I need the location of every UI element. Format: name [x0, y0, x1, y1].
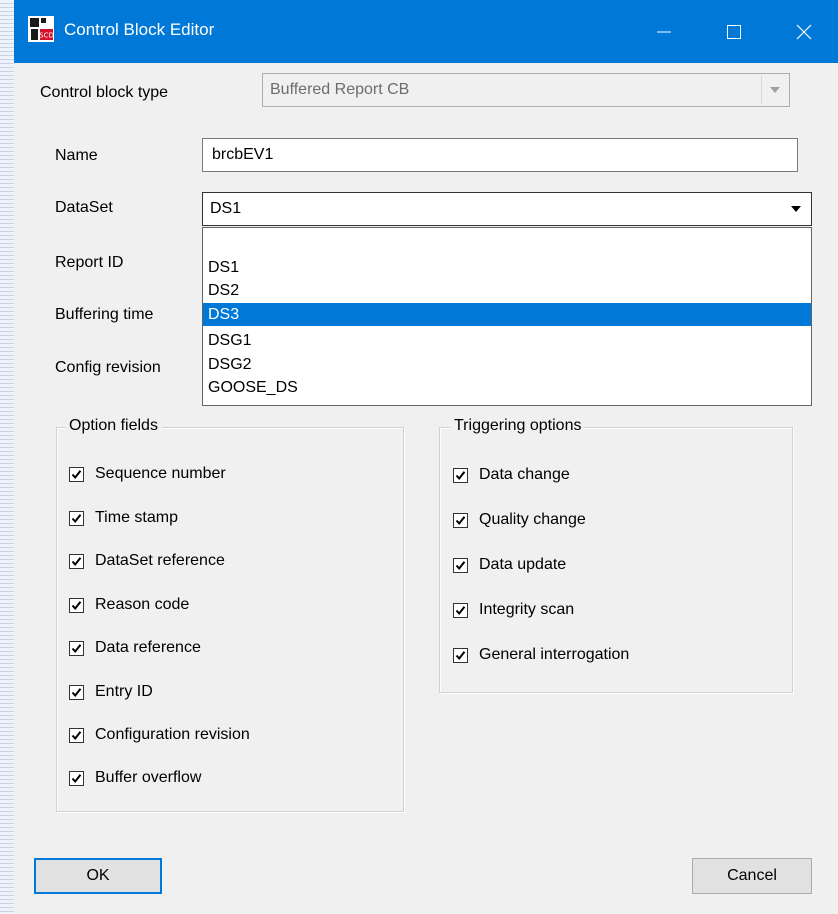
- name-input[interactable]: brcbEV1: [202, 138, 798, 172]
- checkbox-label: Configuration revision: [95, 726, 250, 743]
- checkbox-box: [69, 554, 84, 569]
- background-window-edge: [0, 0, 15, 914]
- dataset-option[interactable]: DS1: [203, 256, 811, 279]
- checkmark-icon: [71, 601, 82, 611]
- checkbox-label: Quality change: [479, 511, 586, 528]
- checkbox-label: DataSet reference: [95, 552, 225, 569]
- scd-app-icon: SCD: [28, 16, 54, 42]
- triggering-options-group: Triggering options Data change Quality c…: [439, 417, 793, 693]
- dataset-select[interactable]: DS1: [202, 192, 812, 226]
- checkbox-box: [69, 467, 84, 482]
- control-block-type-value: Buffered Report CB: [270, 81, 410, 98]
- checkbox-box: [69, 641, 84, 656]
- checkbox-box: [453, 603, 468, 618]
- checkbox-label: Buffer overflow: [95, 769, 202, 786]
- checkmark-icon: [455, 606, 466, 616]
- checkbox-label: Data change: [479, 466, 570, 483]
- checkbox-label: Integrity scan: [479, 601, 575, 618]
- checkbox-label: Time stamp: [95, 509, 178, 526]
- close-icon: [796, 24, 812, 40]
- report-id-label: Report ID: [55, 254, 124, 271]
- dataset-option[interactable]: GOOSE_DS: [203, 376, 811, 399]
- checkmark-icon: [71, 470, 82, 480]
- checkmark-icon: [455, 516, 466, 526]
- maximize-icon: [727, 25, 741, 39]
- control-block-editor-dialog: SCD Control Block Editor Control block t…: [14, 0, 838, 914]
- dataset-option[interactable]: DS2: [203, 279, 811, 302]
- checkmark-icon: [71, 514, 82, 524]
- svg-text:SCD: SCD: [39, 32, 54, 40]
- dataset-option[interactable]: DSG2: [203, 353, 811, 376]
- checkbox-box: [69, 728, 84, 743]
- control-block-type-dropdown-arrow: [761, 76, 787, 104]
- option-fields-title: Option fields: [65, 417, 162, 435]
- dataset-option-highlighted[interactable]: DS3: [203, 303, 811, 326]
- name-input-value: brcbEV1: [212, 146, 274, 163]
- checkbox-box: [69, 685, 84, 700]
- buffering-time-label: Buffering time: [55, 306, 154, 323]
- dataset-dropdown-list: DS1 DS2 DS3 DSG1 DSG2 GOOSE_DS: [202, 227, 812, 406]
- dataset-option[interactable]: DSG1: [203, 329, 811, 352]
- checkmark-icon: [455, 651, 466, 661]
- checkbox-box: [453, 648, 468, 663]
- checkmark-icon: [71, 557, 82, 567]
- cancel-button[interactable]: Cancel: [692, 858, 812, 894]
- checkbox-label: Data update: [479, 556, 567, 573]
- close-button[interactable]: [774, 0, 834, 63]
- checkmark-icon: [455, 561, 466, 571]
- checkmark-icon: [71, 688, 82, 698]
- option-fields-group: Option fields Sequence number Time stamp…: [56, 417, 404, 812]
- chevron-down-icon: [770, 87, 780, 93]
- minimize-button[interactable]: [634, 0, 694, 63]
- checkbox-box: [453, 558, 468, 573]
- checkbox-box: [69, 598, 84, 613]
- checkbox-box: [69, 771, 84, 786]
- dataset-label: DataSet: [55, 199, 113, 216]
- control-block-type-label: Control block type: [40, 84, 169, 101]
- maximize-button[interactable]: [704, 0, 764, 63]
- ok-button[interactable]: OK: [34, 858, 162, 894]
- checkmark-icon: [71, 774, 82, 784]
- control-block-type-select: Buffered Report CB: [262, 73, 790, 107]
- checkmark-icon: [71, 644, 82, 654]
- checkbox-label: Entry ID: [95, 683, 153, 700]
- checkbox-label: Reason code: [95, 596, 190, 613]
- dataset-option-empty[interactable]: [203, 234, 811, 257]
- dataset-selected-value: DS1: [210, 200, 242, 217]
- checkmark-icon: [71, 731, 82, 741]
- chevron-down-icon: [791, 206, 801, 212]
- triggering-options-title: Triggering options: [450, 417, 586, 435]
- title-bar[interactable]: SCD Control Block Editor: [14, 0, 838, 63]
- checkbox-box: [453, 513, 468, 528]
- checkbox-label: Sequence number: [95, 465, 226, 482]
- checkbox-box: [453, 468, 468, 483]
- name-label: Name: [55, 147, 98, 164]
- config-revision-label: Config revision: [55, 359, 161, 376]
- checkmark-icon: [455, 471, 466, 481]
- dataset-dropdown-button[interactable]: [783, 195, 809, 223]
- checkbox-box: [69, 511, 84, 526]
- minimize-icon: [657, 31, 671, 33]
- checkbox-label: General interrogation: [479, 646, 630, 663]
- checkbox-label: Data reference: [95, 639, 201, 656]
- window-title: Control Block Editor: [64, 20, 215, 39]
